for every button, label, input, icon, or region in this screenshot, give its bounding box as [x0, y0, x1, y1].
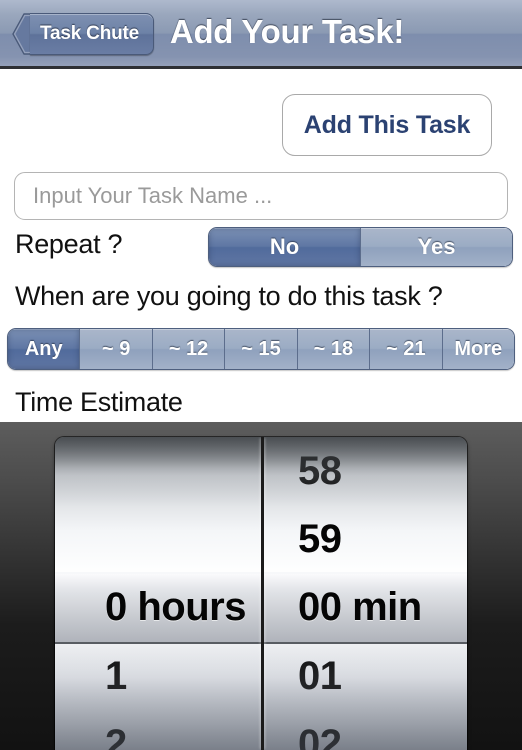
- picker-wheel[interactable]: 1 2 58 59 01 02 0 hours 00 min: [55, 437, 467, 750]
- time-estimate-label: Time Estimate: [15, 387, 183, 417]
- picker-minutes-selected-value: 00 min: [298, 585, 422, 629]
- picker-hours-row[interactable]: [55, 437, 261, 505]
- time-estimate-picker[interactable]: 1 2 58 59 01 02 0 hours 00 min: [0, 422, 522, 750]
- picker-hours-row[interactable]: [55, 505, 261, 573]
- when-option-21[interactable]: ~ 21: [369, 329, 442, 369]
- when-option-more[interactable]: More: [441, 329, 514, 369]
- repeat-option-no[interactable]: No: [209, 228, 360, 266]
- picker-hours-selected-value: 0 hours: [105, 585, 246, 629]
- when-option-12[interactable]: ~ 12: [151, 329, 225, 369]
- repeat-option-yes[interactable]: Yes: [360, 228, 512, 266]
- picker-minutes-row[interactable]: 01: [264, 642, 467, 710]
- navigation-bar: Task Chute Add Your Task!: [0, 0, 522, 69]
- when-option-any[interactable]: Any: [8, 329, 80, 369]
- when-option-9[interactable]: ~ 9: [79, 329, 152, 369]
- picker-minutes-row[interactable]: 02: [264, 710, 467, 750]
- back-button-label: Task Chute: [40, 23, 140, 44]
- form-content: Add This Task Repeat ? No Yes When are y…: [0, 69, 522, 422]
- picker-minutes-row[interactable]: 58: [264, 437, 467, 505]
- when-label: When are you going to do this task ?: [15, 281, 443, 311]
- when-option-18[interactable]: ~ 18: [296, 329, 370, 369]
- add-task-screen: Task Chute Add Your Task! Add This Task …: [0, 0, 522, 750]
- picker-column-divider: [261, 437, 264, 750]
- repeat-label: Repeat ?: [15, 229, 123, 259]
- when-option-15[interactable]: ~ 15: [224, 329, 297, 369]
- task-name-input[interactable]: [14, 172, 508, 220]
- picker-hours-row[interactable]: 1: [55, 642, 261, 710]
- repeat-segmented-control[interactable]: No Yes: [208, 227, 513, 267]
- picker-minutes-row[interactable]: 59: [264, 505, 467, 573]
- when-segmented-control[interactable]: Any ~ 9 ~ 12 ~ 15 ~ 18 ~ 21 More: [7, 328, 515, 370]
- add-this-task-button[interactable]: Add This Task: [282, 94, 492, 156]
- picker-hours-row[interactable]: 2: [55, 710, 261, 750]
